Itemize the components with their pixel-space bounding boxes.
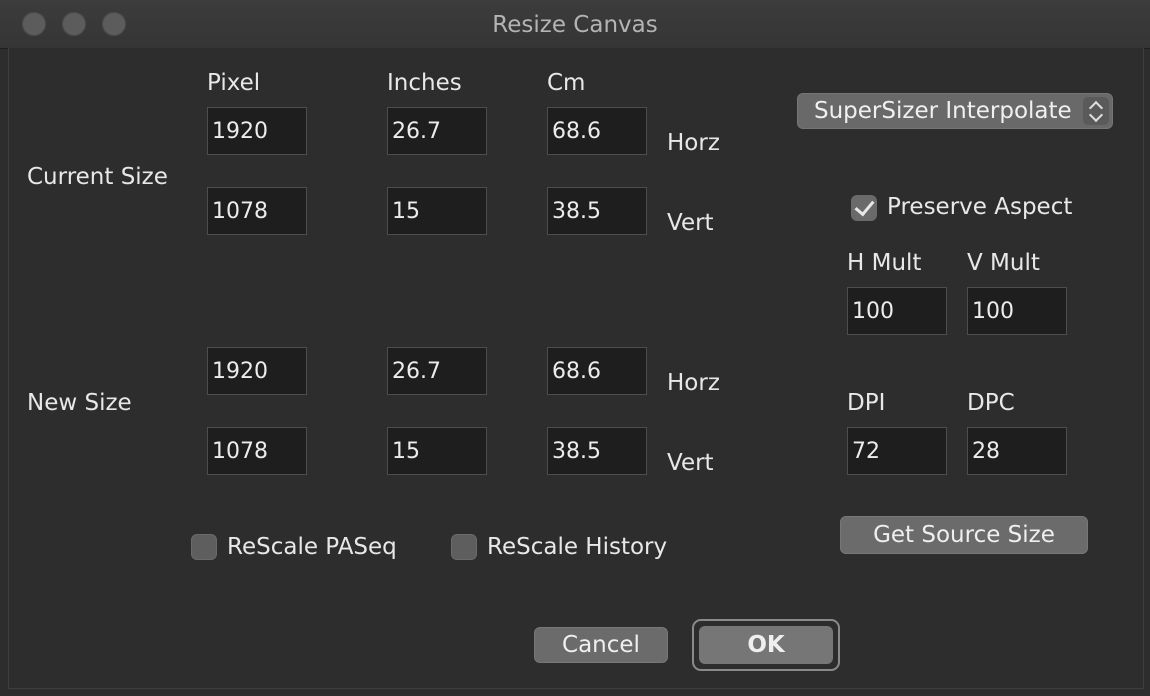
h-mult-field[interactable] xyxy=(847,287,947,335)
current-horz-label: Horz xyxy=(667,130,720,156)
resize-canvas-dialog: Resize Canvas Pixel Inches Cm Current Si… xyxy=(0,0,1150,696)
current-size-label: Current Size xyxy=(27,164,168,190)
new-horz-label: Horz xyxy=(667,370,720,396)
current-horz-pixel-field[interactable] xyxy=(207,107,307,155)
rescale-paseq-checkbox[interactable] xyxy=(191,534,217,560)
dpi-label: DPI xyxy=(847,390,886,416)
window-title: Resize Canvas xyxy=(492,12,658,38)
get-source-size-button[interactable]: Get Source Size xyxy=(840,516,1088,554)
current-horz-inches-field[interactable] xyxy=(387,107,487,155)
checkmark-icon xyxy=(854,195,875,217)
new-vert-label: Vert xyxy=(667,450,714,476)
new-vert-cm-field[interactable] xyxy=(547,427,647,475)
title-bar: Resize Canvas xyxy=(0,0,1150,49)
ok-button[interactable]: OK xyxy=(699,626,833,664)
rescale-history-label: ReScale History xyxy=(487,534,668,560)
current-vert-pixel-field[interactable] xyxy=(207,187,307,235)
new-vert-pixel-field[interactable] xyxy=(207,427,307,475)
new-horz-cm-field[interactable] xyxy=(547,347,647,395)
new-vert-inches-field[interactable] xyxy=(387,427,487,475)
dpi-field[interactable] xyxy=(847,427,947,475)
current-vert-cm-field[interactable] xyxy=(547,187,647,235)
current-horz-cm-field[interactable] xyxy=(547,107,647,155)
popup-stepper-icon xyxy=(1083,97,1109,125)
preserve-aspect-label: Preserve Aspect xyxy=(887,194,1073,220)
cancel-button[interactable]: Cancel xyxy=(534,627,668,663)
interpolation-popup[interactable]: SuperSizer Interpolate xyxy=(797,93,1113,129)
column-header-pixel: Pixel xyxy=(207,70,261,96)
new-horz-inches-field[interactable] xyxy=(387,347,487,395)
dpc-label: DPC xyxy=(967,390,1015,416)
rescale-paseq-label: ReScale PASeq xyxy=(227,534,397,560)
new-horz-pixel-field[interactable] xyxy=(207,347,307,395)
v-mult-field[interactable] xyxy=(967,287,1067,335)
column-header-cm: Cm xyxy=(547,70,586,96)
v-mult-label: V Mult xyxy=(967,250,1040,276)
current-vert-label: Vert xyxy=(667,210,714,236)
column-header-inches: Inches xyxy=(387,70,462,96)
rescale-history-checkbox[interactable] xyxy=(451,534,477,560)
h-mult-label: H Mult xyxy=(847,250,922,276)
preserve-aspect-checkbox[interactable] xyxy=(851,195,877,221)
interpolation-selected-value: SuperSizer Interpolate xyxy=(814,98,1072,124)
new-size-label: New Size xyxy=(27,390,132,416)
dpc-field[interactable] xyxy=(967,427,1067,475)
current-vert-inches-field[interactable] xyxy=(387,187,487,235)
